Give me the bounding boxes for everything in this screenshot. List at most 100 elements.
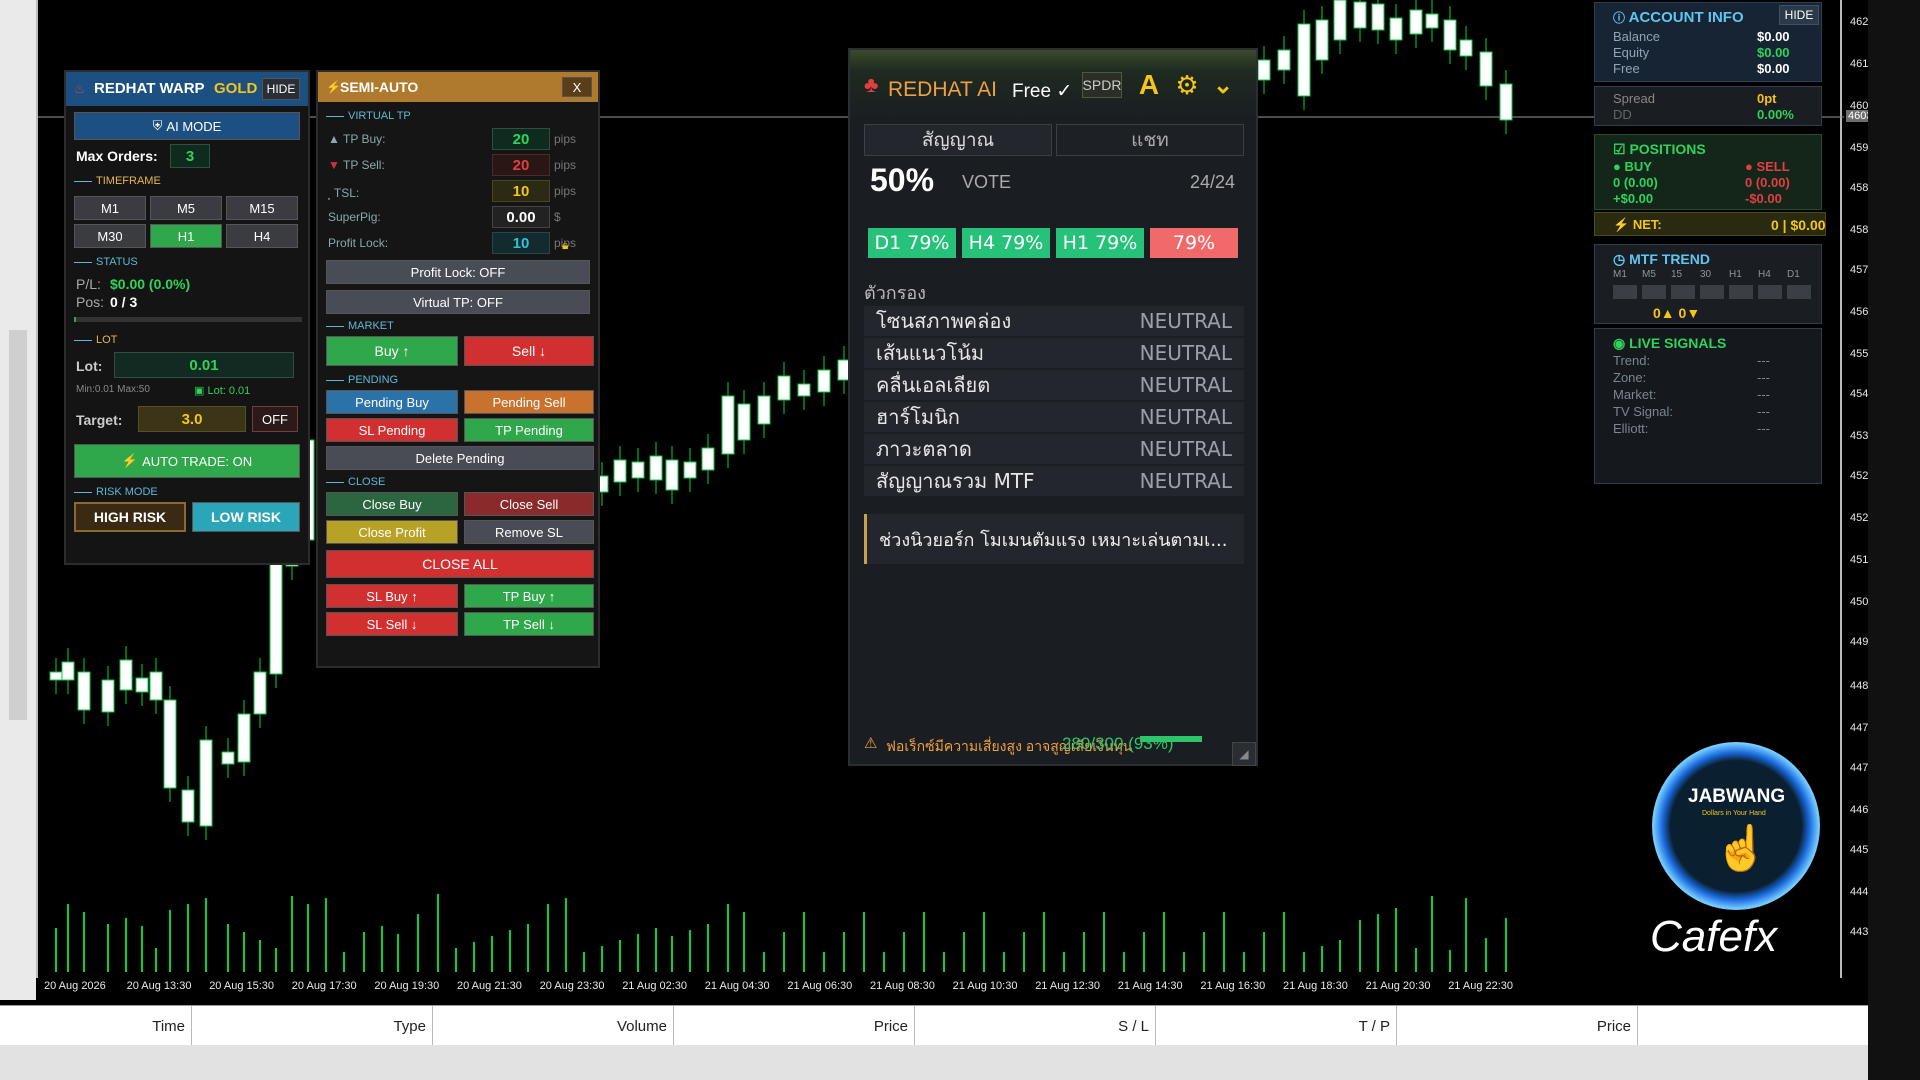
tp-buy-button[interactable]: TP Buy ↑ (464, 584, 594, 608)
tp-sell-unit: pips (554, 158, 577, 172)
price-tick: 447 (1850, 722, 1869, 734)
superpig-input[interactable]: 0.00 (492, 206, 550, 228)
profit-lock-input[interactable]: 10 (492, 232, 550, 254)
signal-value: --- (1757, 421, 1770, 436)
close-all-button[interactable]: CLOSE ALL (326, 550, 594, 578)
signals-title: ◉ LIVE SIGNALS (1613, 335, 1726, 352)
sell-count: 0 (0.00) (1745, 175, 1790, 190)
pending-sell-button[interactable]: Pending Sell (464, 390, 594, 414)
candle-body (163, 699, 177, 789)
tab-signal[interactable]: สัญญาณ (864, 124, 1052, 156)
tsl-label: ⸼ TSL: (328, 186, 360, 200)
tf-button-m30[interactable]: M30 (74, 224, 146, 248)
tp-sell-label-text: TP Sell: (343, 158, 385, 172)
mtf-cell (1613, 285, 1637, 299)
risk-section: RISK MODE (74, 486, 158, 498)
candle-body (701, 447, 715, 471)
lot-input[interactable]: 0.01 (114, 352, 294, 378)
font-size-button[interactable]: A (1134, 69, 1164, 100)
semi-close-button[interactable]: X (562, 77, 592, 97)
mtf-tf-label: H1 (1729, 269, 1742, 280)
trade-table-body (0, 1045, 1868, 1080)
filter-row: สัญญาณรวม MTF NEUTRAL (864, 466, 1244, 496)
col-time[interactable]: Time (0, 1006, 192, 1046)
ai-header[interactable]: ♣ REDHAT AI Free ✓ SPDR A ⚙ ⌄ (850, 50, 1256, 122)
tf-button-h4[interactable]: H4 (226, 224, 298, 248)
logo-tagline: Dollars in Your Hand (1702, 810, 1766, 817)
target-input[interactable]: 3.0 (138, 406, 246, 432)
time-tick: 21 Aug 08:30 (870, 980, 935, 992)
time-tick: 21 Aug 14:30 (1117, 980, 1183, 992)
signal-value: --- (1757, 353, 1770, 368)
pos-value: 0 / 3 (110, 294, 138, 310)
positions-title-text: POSITIONS (1629, 141, 1706, 157)
close-buy-button[interactable]: Close Buy (326, 492, 458, 516)
profit-lock-button[interactable]: Profit Lock: OFF (326, 260, 590, 284)
sl-pending-button[interactable]: SL Pending (326, 418, 458, 442)
sl-sell-button[interactable]: SL Sell ↓ (326, 612, 458, 636)
filter-name: สัญญาณรวม MTF (876, 469, 1035, 493)
sl-buy-button[interactable]: SL Buy ↑ (326, 584, 458, 608)
warp-hide-button[interactable]: HIDE (262, 78, 300, 100)
sell-button[interactable]: Sell ↓ (464, 336, 594, 366)
target-toggle[interactable]: OFF (252, 406, 298, 432)
col-tp[interactable]: T / P (1156, 1006, 1397, 1046)
resize-handle-icon[interactable]: ◢ (1232, 742, 1256, 766)
tsl-input[interactable]: 10 (492, 180, 550, 202)
col-sl[interactable]: S / L (915, 1006, 1156, 1046)
col-price-2[interactable]: Price (1397, 1006, 1638, 1046)
tp-sell-input[interactable]: 20 (492, 154, 550, 176)
close-sell-button[interactable]: Close Sell (464, 492, 594, 516)
ai-mode-button[interactable]: ⛨ AI MODE (74, 112, 300, 140)
tp-pending-button[interactable]: TP Pending (464, 418, 594, 442)
pill-overall: 79% (1150, 228, 1238, 258)
left-scrollbar[interactable] (0, 0, 36, 1000)
gear-icon[interactable]: ⚙ (1172, 70, 1202, 100)
candle-body (1425, 13, 1439, 29)
candle-body (631, 461, 645, 479)
max-orders-input[interactable]: 3 (170, 144, 210, 168)
tf-button-h1[interactable]: H1 (150, 224, 222, 248)
delete-pending-button[interactable]: Delete Pending (326, 446, 594, 470)
status-section: STATUS (74, 256, 138, 268)
tf-button-m15[interactable]: M15 (226, 196, 298, 220)
filter-row: คลื่นเอลเลียต NEUTRAL (864, 370, 1244, 400)
mtf-tf-label: 30 (1700, 269, 1712, 280)
buy-button[interactable]: Buy ↑ (326, 336, 458, 366)
tp-buy-input[interactable]: 20 (492, 128, 550, 150)
pending-buy-button[interactable]: Pending Buy (326, 390, 458, 414)
virtual-tp-button[interactable]: Virtual TP: OFF (326, 290, 590, 314)
high-risk-button[interactable]: HIGH RISK (74, 502, 186, 532)
candle-body (237, 713, 251, 763)
semi-titlebar[interactable]: ⚡ SEMI-AUTO X (318, 72, 598, 102)
tp-sell-button[interactable]: TP Sell ↓ (464, 612, 594, 636)
candle-body (119, 659, 133, 691)
col-price[interactable]: Price (674, 1006, 915, 1046)
candle-body (1389, 17, 1403, 41)
auto-trade-button[interactable]: ⚡ AUTO TRADE: ON (74, 444, 300, 478)
low-risk-button[interactable]: LOW RISK (192, 502, 300, 532)
warp-titlebar[interactable]: ♨ REDHAT WARP GOLD HIDE (66, 72, 308, 106)
col-type[interactable]: Type (192, 1006, 433, 1046)
scroll-thumb[interactable] (9, 330, 27, 720)
tab-chat[interactable]: แชท (1056, 124, 1244, 156)
time-tick: 20 Aug 17:30 (291, 980, 357, 992)
tf-button-m5[interactable]: M5 (150, 196, 222, 220)
spdr-button[interactable]: SPDR (1082, 72, 1122, 98)
tf-button-m1[interactable]: M1 (74, 196, 146, 220)
candle-body (683, 461, 697, 479)
account-title: ⓘ ACCOUNT INFO (1613, 9, 1744, 26)
mtf-cell (1787, 285, 1811, 299)
time-tick: 21 Aug 12:30 (1035, 980, 1101, 992)
signal-label: Market: (1613, 387, 1657, 402)
remove-sl-button[interactable]: Remove SL (464, 520, 594, 544)
lot-label: Lot: (76, 358, 103, 374)
col-volume[interactable]: Volume (433, 1006, 674, 1046)
account-hide-button[interactable]: HIDE (1779, 5, 1819, 25)
collapse-chevron-icon[interactable]: ⌄ (1208, 70, 1238, 100)
close-profit-button[interactable]: Close Profit (326, 520, 458, 544)
time-tick: 21 Aug 22:30 (1448, 980, 1514, 992)
candle-body (737, 403, 751, 441)
bolt-icon: ⚡ (326, 80, 341, 94)
info-icon: ⓘ (1613, 11, 1626, 25)
